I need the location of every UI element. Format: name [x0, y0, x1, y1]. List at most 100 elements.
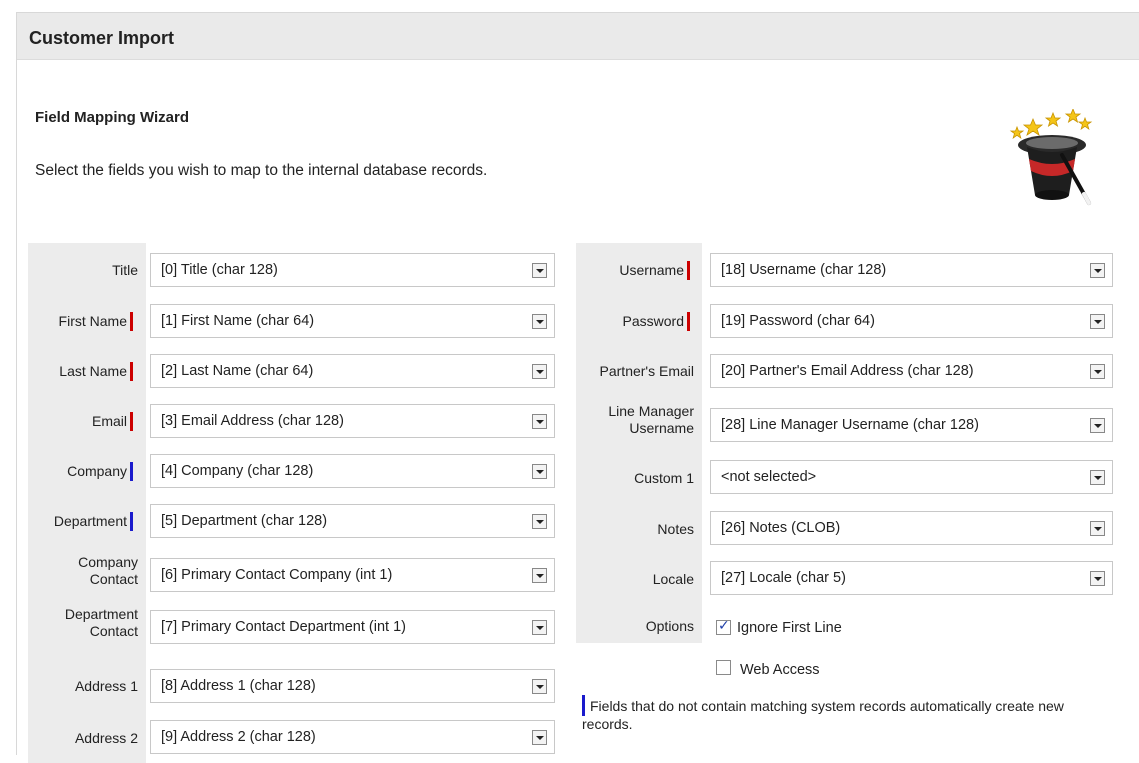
- password-select[interactable]: [19] Password (char 64): [710, 304, 1113, 338]
- field-row-username: Username [18] Username (char 128): [576, 253, 1116, 287]
- chevron-down-icon[interactable]: [532, 263, 547, 278]
- select-value: [4] Company (char 128): [161, 463, 314, 479]
- required-marker: [130, 312, 133, 331]
- locale-select[interactable]: [27] Locale (char 5): [710, 561, 1113, 595]
- field-row-locale: Locale [27] Locale (char 5): [576, 561, 1116, 595]
- field-row-line-manager: Line Manager Username [28] Line Manager …: [576, 403, 1116, 443]
- select-value: [28] Line Manager Username (char 128): [721, 417, 979, 433]
- required-marker: [687, 312, 690, 331]
- chevron-down-icon[interactable]: [1090, 521, 1105, 536]
- field-row-address-1: Address 1 [8] Address 1 (char 128): [28, 669, 558, 703]
- magic-hat-icon: [1009, 109, 1093, 205]
- select-value: [20] Partner's Email Address (char 128): [721, 363, 974, 379]
- field-label: Address 1: [74, 678, 138, 694]
- field-label: Notes: [657, 521, 694, 537]
- field-label: Options: [645, 618, 694, 634]
- chevron-down-icon[interactable]: [532, 514, 547, 529]
- select-value: [8] Address 1 (char 128): [161, 678, 316, 694]
- create-marker: [130, 462, 133, 481]
- wizard-title: Field Mapping Wizard: [35, 109, 190, 126]
- required-marker: [687, 261, 690, 280]
- checkbox-label: Ignore First Line: [737, 620, 842, 636]
- last-name-select[interactable]: [2] Last Name (char 64): [150, 354, 555, 388]
- title-select[interactable]: [0] Title (char 128): [150, 253, 555, 287]
- chevron-down-icon[interactable]: [1090, 263, 1105, 278]
- required-marker: [130, 412, 133, 431]
- company-select[interactable]: [4] Company (char 128): [150, 454, 555, 488]
- chevron-down-icon[interactable]: [532, 620, 547, 635]
- chevron-down-icon[interactable]: [532, 730, 547, 745]
- notes-select[interactable]: [26] Notes (CLOB): [710, 511, 1113, 545]
- select-value: [3] Email Address (char 128): [161, 413, 344, 429]
- select-value: [7] Primary Contact Department (int 1): [161, 619, 406, 635]
- field-label: First Name: [58, 313, 127, 329]
- chevron-down-icon[interactable]: [532, 364, 547, 379]
- chevron-down-icon[interactable]: [1090, 470, 1105, 485]
- field-row-first-name: First Name [1] First Name (char 64): [28, 304, 558, 338]
- field-row-address-2: Address 2 [9] Address 2 (char 128): [28, 720, 558, 754]
- field-label: Department: [53, 513, 127, 529]
- field-label: Email: [91, 413, 127, 429]
- field-label: Last Name: [59, 363, 127, 379]
- chevron-down-icon[interactable]: [532, 414, 547, 429]
- email-select[interactable]: [3] Email Address (char 128): [150, 404, 555, 438]
- field-label: Partner's Email: [599, 363, 694, 379]
- chevron-down-icon[interactable]: [1090, 314, 1105, 329]
- select-value: [19] Password (char 64): [721, 313, 875, 329]
- field-label: Username: [619, 262, 684, 278]
- required-marker: [130, 362, 133, 381]
- chevron-down-icon[interactable]: [532, 464, 547, 479]
- select-value: [2] Last Name (char 64): [161, 363, 314, 379]
- department-select[interactable]: [5] Department (char 128): [150, 504, 555, 538]
- chevron-down-icon[interactable]: [1090, 418, 1105, 433]
- field-row-password: Password [19] Password (char 64): [576, 304, 1116, 338]
- field-mapping-left-column: Title [0] Title (char 128) First Name [1…: [28, 243, 558, 763]
- chevron-down-icon[interactable]: [532, 568, 547, 583]
- checkbox-label: Web Access: [740, 662, 820, 678]
- select-value: [0] Title (char 128): [161, 262, 278, 278]
- field-row-company: Company [4] Company (char 128): [28, 454, 558, 488]
- field-label: Company: [67, 463, 127, 479]
- select-value: [18] Username (char 128): [721, 262, 887, 278]
- username-select[interactable]: [18] Username (char 128): [710, 253, 1113, 287]
- field-mapping-right-column: Username [18] Username (char 128) Passwo…: [576, 243, 1116, 643]
- create-marker: [130, 512, 133, 531]
- line-manager-select[interactable]: [28] Line Manager Username (char 128): [710, 408, 1113, 442]
- company-contact-select[interactable]: [6] Primary Contact Company (int 1): [150, 558, 555, 592]
- create-records-note: Fields that do not contain matching syst…: [582, 698, 1064, 732]
- custom-1-select[interactable]: <not selected>: [710, 460, 1113, 494]
- web-access-checkbox[interactable]: [716, 660, 731, 675]
- field-label: Address 2: [74, 730, 138, 746]
- select-value: [1] First Name (char 64): [161, 313, 315, 329]
- department-contact-select[interactable]: [7] Primary Contact Department (int 1): [150, 610, 555, 644]
- select-value: [5] Department (char 128): [161, 513, 328, 529]
- field-label: Title: [112, 262, 138, 278]
- page-title: Customer Import: [29, 28, 175, 48]
- field-row-partners-email: Partner's Email [20] Partner's Email Add…: [576, 354, 1116, 388]
- field-label: Custom 1: [634, 470, 694, 486]
- first-name-select[interactable]: [1] First Name (char 64): [150, 304, 555, 338]
- field-label: Company Contact: [78, 554, 138, 587]
- chevron-down-icon[interactable]: [532, 679, 547, 694]
- field-row-notes: Notes [26] Notes (CLOB): [576, 511, 1116, 545]
- ignore-first-line-checkbox[interactable]: [716, 618, 731, 635]
- address-2-select[interactable]: [9] Address 2 (char 128): [150, 720, 555, 754]
- select-value: [27] Locale (char 5): [721, 570, 846, 586]
- select-value: [26] Notes (CLOB): [721, 520, 841, 536]
- partners-email-select[interactable]: [20] Partner's Email Address (char 128): [710, 354, 1113, 388]
- select-value: [9] Address 2 (char 128): [161, 729, 316, 745]
- field-row-email: Email [3] Email Address (char 128): [28, 404, 558, 438]
- field-row-department-contact: Department Contact [7] Primary Contact D…: [28, 606, 558, 647]
- panel-header: Customer Import: [17, 13, 1139, 60]
- select-value: <not selected>: [721, 469, 817, 485]
- field-row-custom-1: Custom 1 <not selected>: [576, 460, 1116, 494]
- field-label: Locale: [652, 571, 694, 587]
- chevron-down-icon[interactable]: [1090, 364, 1105, 379]
- field-row-title: Title [0] Title (char 128): [28, 253, 558, 287]
- field-row-options: Options: [576, 613, 1116, 643]
- address-1-select[interactable]: [8] Address 1 (char 128): [150, 669, 555, 703]
- chevron-down-icon[interactable]: [1090, 571, 1105, 586]
- field-label: Department Contact: [64, 606, 138, 639]
- field-label: Password: [622, 313, 684, 329]
- chevron-down-icon[interactable]: [532, 314, 547, 329]
